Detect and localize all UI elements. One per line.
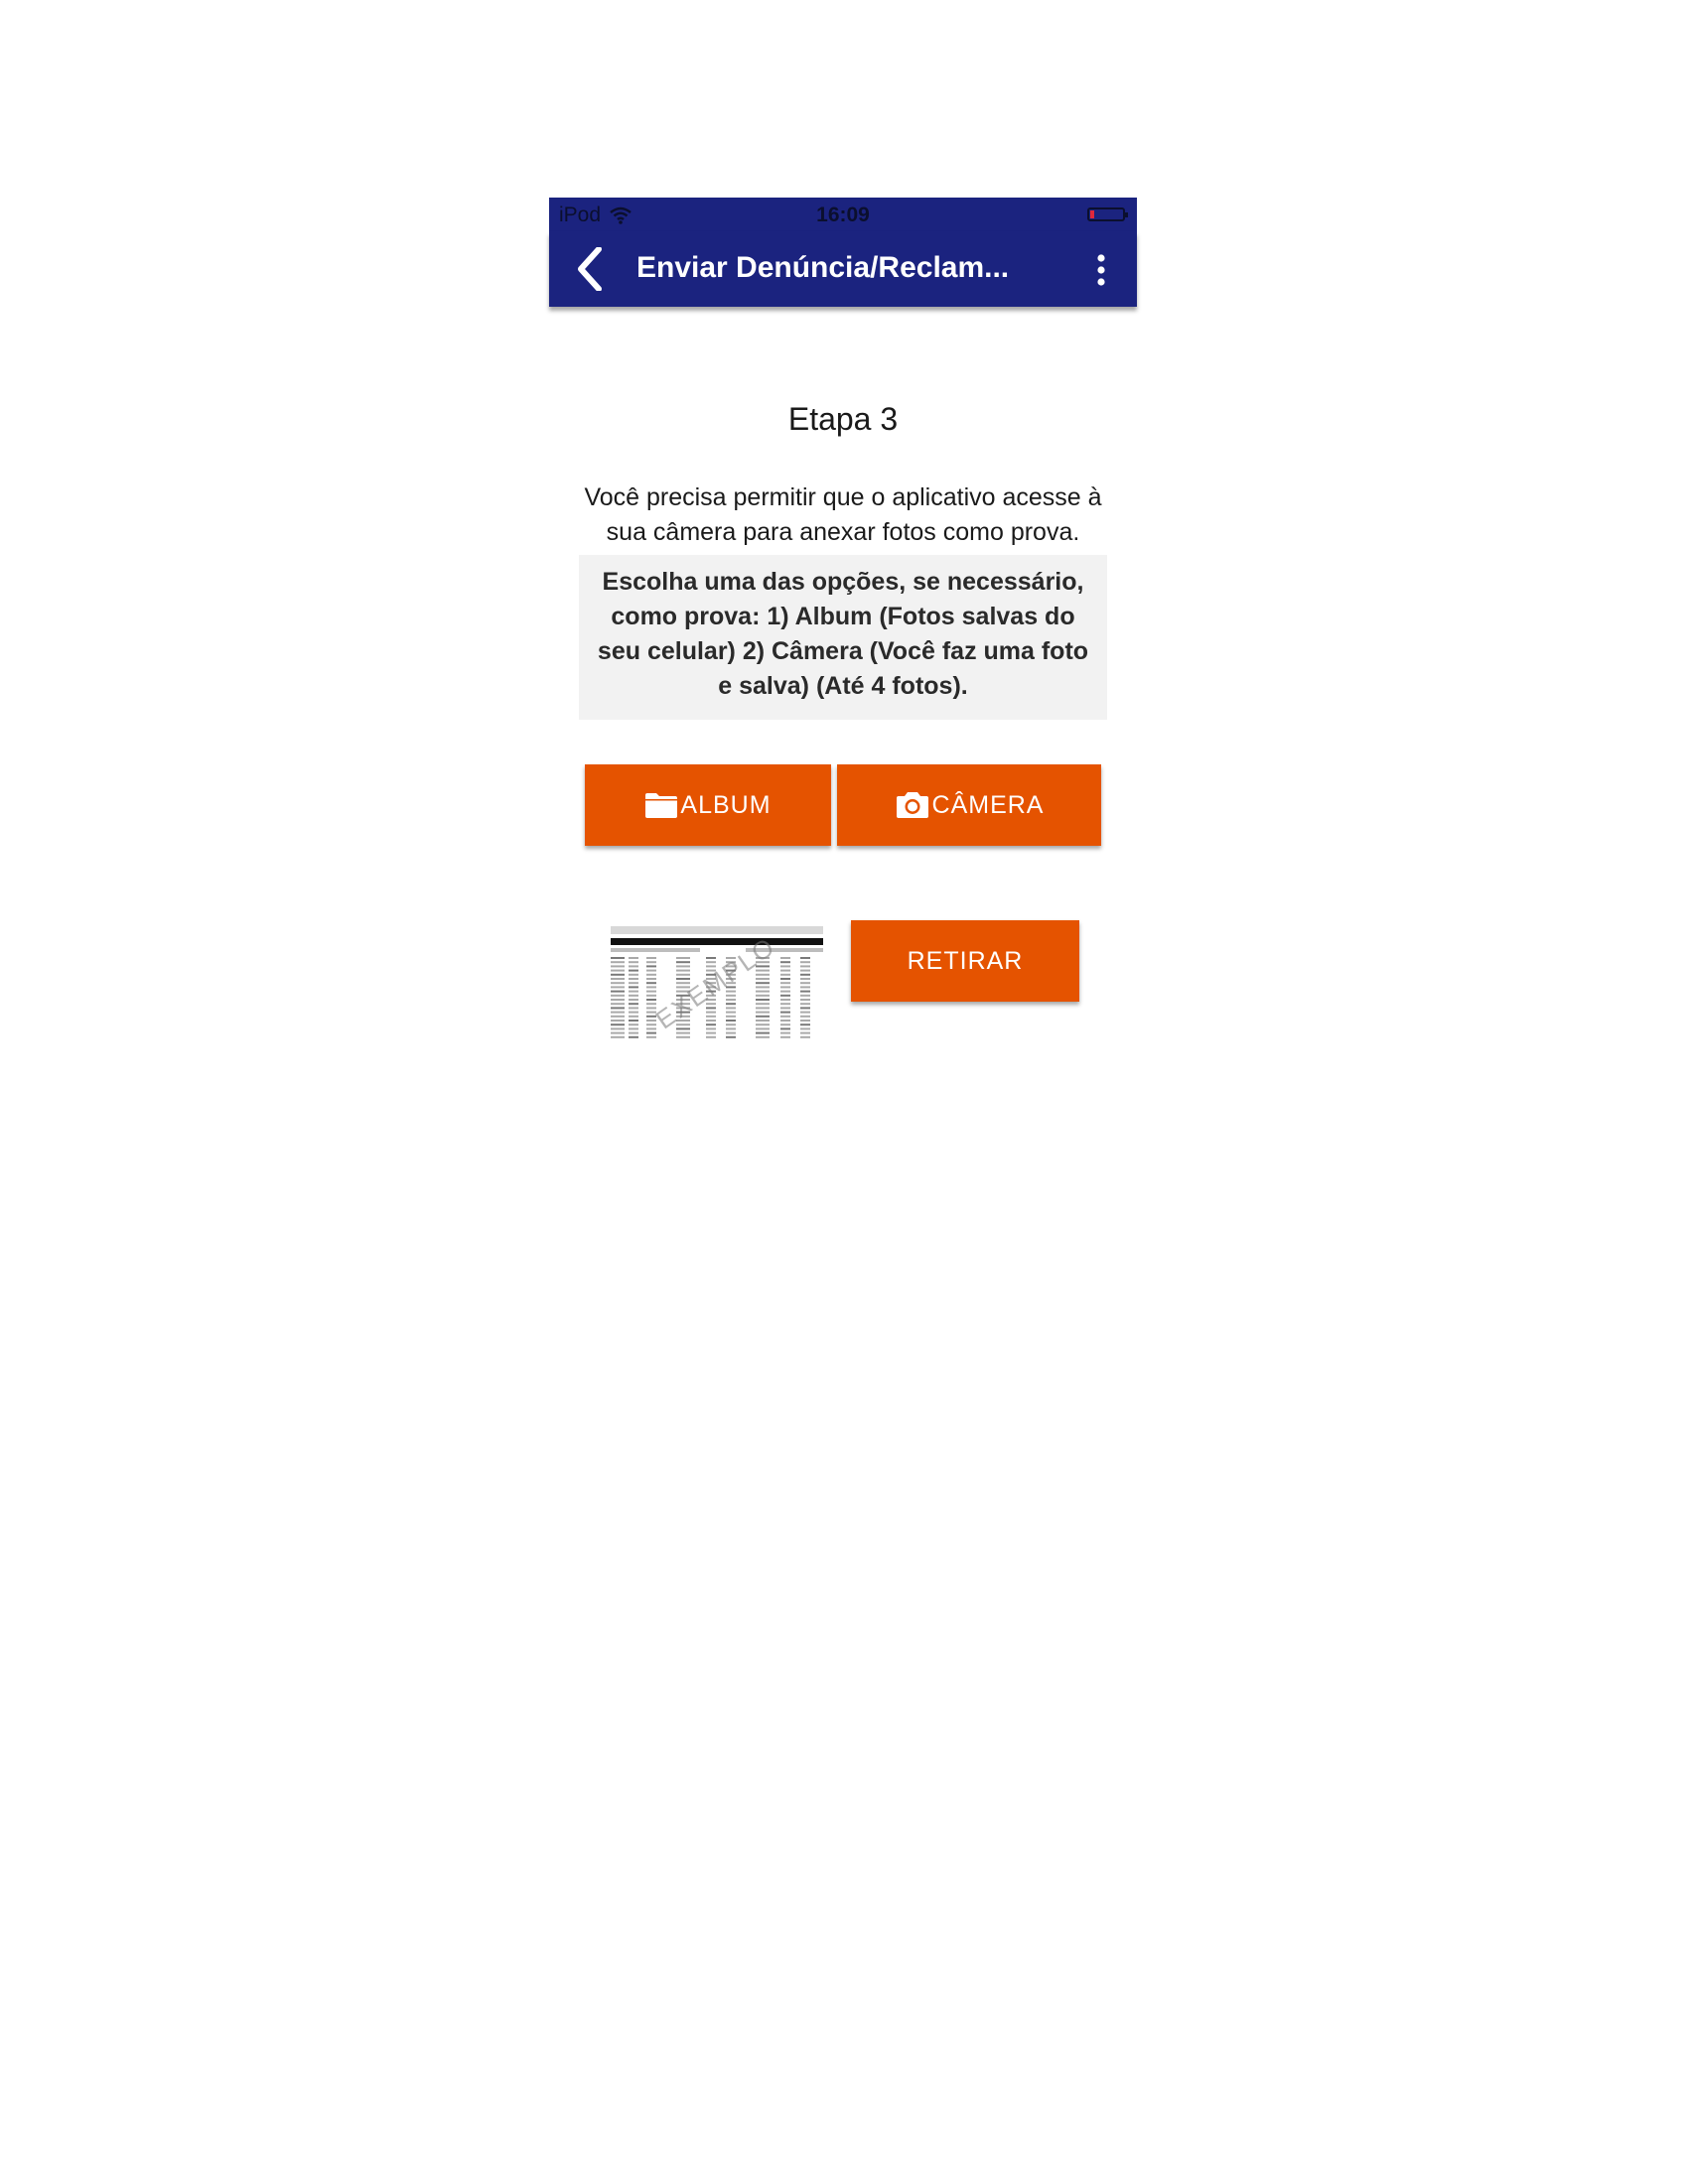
more-vertical-icon (1097, 254, 1105, 286)
back-button[interactable] (571, 246, 611, 292)
chevron-left-icon (578, 246, 602, 292)
instructions-box: Escolha uma das opções, se necessário, c… (579, 555, 1107, 720)
album-label: ALBUM (680, 790, 772, 819)
album-button[interactable]: ALBUM (585, 764, 831, 846)
page-title: Enviar Denúncia/Reclam... (636, 251, 1010, 284)
step-title: Etapa 3 (787, 401, 899, 437)
permission-message: Você precisa permitir que o aplicativo a… (584, 483, 1102, 546)
battery-icon (1087, 207, 1128, 221)
app-toolbar: Enviar Denúncia/Reclam... (549, 231, 1137, 307)
camera-button[interactable]: CÂMERA (837, 764, 1101, 846)
overflow-menu-button[interactable] (1095, 253, 1107, 287)
status-bar: iPod 16:09 (549, 198, 1137, 231)
photo-thumbnail[interactable]: EXEMPLO (607, 924, 827, 1041)
remove-label: RETIRAR (907, 946, 1024, 975)
remove-photo-button[interactable]: RETIRAR (851, 920, 1079, 1002)
phone-screen: iPod 16:09 Enviar Denúncia/Reclam... Eta… (549, 198, 1137, 1051)
folder-icon (645, 793, 678, 818)
camera-label: CÂMERA (931, 790, 1045, 819)
instructions-text: Escolha uma das opções, se necessário, c… (597, 568, 1089, 700)
status-time: 16:09 (816, 204, 870, 226)
battery-level (1090, 210, 1095, 218)
camera-icon (896, 792, 928, 818)
